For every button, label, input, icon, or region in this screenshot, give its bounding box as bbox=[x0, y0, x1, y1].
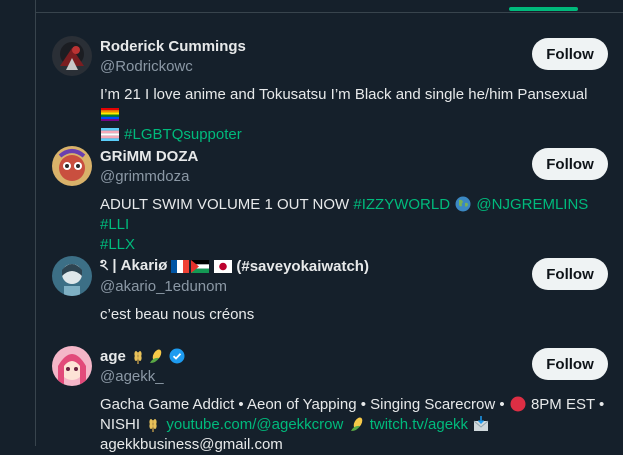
japan-flag-icon bbox=[214, 259, 233, 273]
youtube-link[interactable]: youtube.com/@agekkcrow bbox=[166, 416, 343, 433]
avatar[interactable] bbox=[52, 256, 92, 296]
bio-text: Gacha Game Addict • Aeon of Yapping • Si… bbox=[100, 396, 505, 413]
avatar[interactable] bbox=[52, 146, 92, 186]
bio-text: NISHI bbox=[100, 416, 141, 433]
rainbow-flag-icon bbox=[101, 107, 119, 121]
left-gutter bbox=[0, 0, 34, 446]
hashtag-link[interactable]: #LGBTQsuppoter bbox=[124, 126, 242, 143]
tab-bar bbox=[36, 0, 623, 13]
hashtag-link[interactable]: #LLI bbox=[100, 216, 129, 233]
verified-badge-icon bbox=[169, 348, 185, 364]
user-bio: c’est beau nous créons bbox=[100, 306, 255, 323]
wheat-icon bbox=[130, 348, 146, 364]
hashtag-link[interactable]: #IZZYWORLD bbox=[353, 196, 450, 213]
globe-icon bbox=[455, 196, 471, 212]
follow-button[interactable]: Follow bbox=[532, 148, 608, 180]
who-to-follow-list: Roderick Cummings @Rodrickowc I’m 21 I l… bbox=[35, 0, 623, 453]
user-bio: I’m 21 I love anime and Tokusatsu I’m Bl… bbox=[100, 85, 600, 145]
bio-text: ADULT SWIM VOLUME 1 OUT NOW bbox=[100, 196, 350, 213]
transgender-flag-icon bbox=[101, 127, 119, 141]
user-bio: Gacha Game Addict • Aeon of Yapping • Si… bbox=[100, 395, 620, 455]
user-cell[interactable]: Roderick Cummings @Rodrickowc I’m 21 I l… bbox=[36, 36, 623, 143]
palestine-flag-icon bbox=[191, 259, 210, 273]
user-name-text: ঽ | Akariø bbox=[100, 256, 168, 274]
active-tab-indicator bbox=[509, 7, 578, 11]
hashtag-link[interactable]: #LLX bbox=[100, 236, 135, 253]
user-name-text: age bbox=[100, 347, 126, 365]
avatar[interactable] bbox=[52, 346, 92, 386]
user-cell[interactable]: age @agekk_ Gacha Game Addict • Aeon of … bbox=[36, 346, 623, 453]
user-cell[interactable]: ঽ | Akariø (#saveyokaiwatch) @akario_1ed… bbox=[36, 256, 623, 332]
mention-link[interactable]: @NJGREMLINS bbox=[476, 196, 588, 213]
follow-button[interactable]: Follow bbox=[532, 38, 608, 70]
red-circle-icon bbox=[510, 396, 526, 412]
bio-text: I’m 21 I love anime and Tokusatsu I’m Bl… bbox=[100, 86, 588, 103]
avatar[interactable] bbox=[52, 36, 92, 76]
user-name-suffix: (#saveyokaiwatch) bbox=[236, 257, 369, 275]
wheat-icon bbox=[145, 416, 161, 432]
bio-text: 8PM EST • bbox=[530, 396, 605, 413]
user-bio: ADULT SWIM VOLUME 1 OUT NOW #IZZYWORLD @… bbox=[100, 195, 600, 255]
corn-icon bbox=[148, 348, 164, 364]
follow-button[interactable]: Follow bbox=[532, 258, 608, 290]
envelope-icon bbox=[473, 416, 489, 432]
follow-button[interactable]: Follow bbox=[532, 348, 608, 380]
bio-email: agekkbusiness@gmail.com bbox=[100, 436, 283, 453]
user-cell[interactable]: GRiMM DOZA @grimmdoza ADULT SWIM VOLUME … bbox=[36, 146, 623, 253]
corn-icon bbox=[349, 416, 365, 432]
twitch-link[interactable]: twitch.tv/agekk bbox=[370, 416, 468, 433]
france-flag-icon bbox=[171, 259, 190, 273]
